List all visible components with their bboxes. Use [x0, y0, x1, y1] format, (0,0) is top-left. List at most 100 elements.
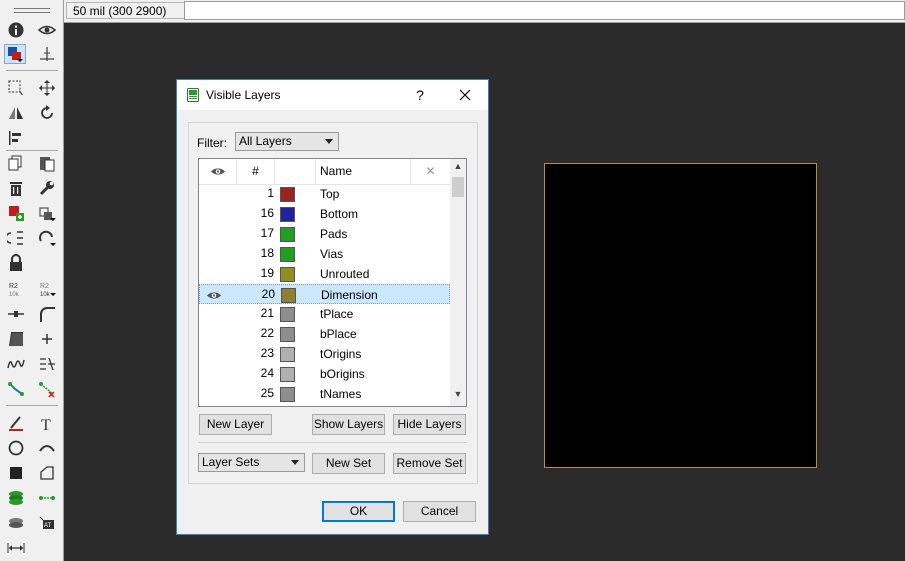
info-icon[interactable]	[5, 20, 27, 40]
layer-color-swatch[interactable]	[280, 347, 295, 362]
layer-color-swatch[interactable]	[280, 327, 295, 342]
layer-row[interactable]: 22 bPlace	[199, 324, 450, 344]
layer-row[interactable]: 17 Pads	[199, 224, 450, 244]
column-delete[interactable]: ✕	[411, 159, 450, 184]
scroll-thumb[interactable]	[452, 177, 464, 197]
scroll-up-icon[interactable]: ▲	[450, 161, 466, 175]
layer-sets-value: Layer Sets	[202, 455, 260, 469]
visibility-toggle[interactable]	[202, 344, 224, 364]
remove-set-button[interactable]: Remove Set	[393, 453, 466, 474]
toolbar-grip[interactable]	[14, 8, 50, 9]
layer-row[interactable]: 19 Unrouted	[199, 264, 450, 284]
mark-icon[interactable]	[36, 44, 58, 64]
name-icon[interactable]: R2 10k	[5, 279, 27, 299]
add-part-icon[interactable]	[5, 203, 27, 223]
visibility-toggle[interactable]	[202, 324, 224, 344]
group-icon[interactable]	[5, 78, 27, 98]
layer-row[interactable]: 20 Dimension	[199, 284, 450, 304]
board-outline[interactable]	[544, 163, 817, 468]
layer-color-swatch[interactable]	[280, 187, 295, 202]
line-icon[interactable]	[5, 413, 27, 433]
layer-row[interactable]: 23 tOrigins	[199, 344, 450, 364]
arc-icon[interactable]	[36, 438, 58, 458]
visibility-toggle[interactable]	[202, 264, 224, 284]
add-icon[interactable]	[36, 329, 58, 349]
filter-select[interactable]: All Layers	[235, 132, 339, 151]
unroute-icon[interactable]	[36, 379, 58, 399]
layer-color-swatch[interactable]	[280, 387, 295, 402]
lock-icon[interactable]	[5, 253, 27, 273]
visibility-toggle[interactable]	[202, 224, 224, 244]
new-layer-button[interactable]: New Layer	[199, 414, 272, 435]
visibility-toggle[interactable]	[202, 244, 224, 264]
split-icon[interactable]	[5, 304, 27, 324]
layer-row[interactable]: 16 Bottom	[199, 204, 450, 224]
visibility-toggle[interactable]	[202, 384, 224, 404]
layer-color-swatch[interactable]	[280, 367, 295, 382]
vertical-scrollbar[interactable]: ▲ ▼	[450, 159, 466, 406]
layer-row[interactable]: 21 tPlace	[199, 304, 450, 324]
replace-icon[interactable]	[36, 203, 58, 223]
align-icon[interactable]	[5, 128, 27, 148]
signal-icon[interactable]	[36, 488, 58, 508]
copy-icon[interactable]	[5, 153, 27, 173]
hide-layers-button[interactable]: Hide Layers	[393, 414, 466, 435]
eye-icon[interactable]	[36, 20, 58, 40]
layer-row[interactable]: 18 Vias	[199, 244, 450, 264]
toolbar-grip[interactable]	[14, 12, 50, 13]
column-color[interactable]	[275, 159, 316, 184]
layer-color-icon[interactable]	[4, 44, 26, 64]
layer-color-swatch[interactable]	[280, 207, 295, 222]
help-button[interactable]: ?	[409, 85, 431, 105]
via-icon[interactable]	[5, 488, 27, 508]
close-button[interactable]	[453, 85, 477, 105]
miter-icon[interactable]	[36, 304, 58, 324]
wrench-icon[interactable]	[36, 178, 58, 198]
paste-icon[interactable]	[36, 153, 58, 173]
column-name[interactable]: Name	[316, 159, 411, 184]
visibility-toggle[interactable]	[202, 184, 224, 204]
visibility-toggle[interactable]	[202, 204, 224, 224]
layer-row[interactable]: 24 bOrigins	[199, 364, 450, 384]
command-input[interactable]	[184, 1, 905, 20]
rect-icon[interactable]	[5, 463, 27, 483]
delete-icon[interactable]	[5, 178, 27, 198]
layer-list[interactable]: # Name ✕ 1 Top 16 Bottom 17 Pads 18 Vias 19 Unrou…	[198, 158, 467, 407]
mirror-icon[interactable]	[5, 103, 27, 123]
dialog-titlebar[interactable]: Visible Layers ?	[177, 80, 488, 110]
text-icon[interactable]: T	[36, 413, 58, 433]
column-visible[interactable]	[199, 159, 237, 184]
layer-sets-select[interactable]: Layer Sets	[198, 453, 305, 472]
new-set-button[interactable]: New Set	[312, 453, 385, 474]
meander-icon[interactable]	[5, 354, 27, 374]
ok-button[interactable]: OK	[322, 501, 395, 522]
visibility-toggle[interactable]	[202, 364, 224, 384]
visibility-toggle[interactable]	[203, 285, 225, 305]
optimize-icon[interactable]	[36, 228, 58, 248]
layer-color-swatch[interactable]	[280, 267, 295, 282]
value-icon[interactable]: R2 10k	[36, 279, 58, 299]
layer-color-swatch[interactable]	[280, 247, 295, 262]
hole-icon[interactable]	[5, 513, 27, 533]
circle-icon[interactable]	[5, 438, 27, 458]
layer-row[interactable]: 25 tNames	[199, 384, 450, 404]
visibility-toggle[interactable]	[202, 304, 224, 324]
show-layers-button[interactable]: Show Layers	[312, 414, 385, 435]
layer-row[interactable]: 1 Top	[199, 184, 450, 204]
layer-color-swatch[interactable]	[280, 307, 295, 322]
layer-color-swatch[interactable]	[280, 227, 295, 242]
dimension-icon[interactable]	[5, 538, 27, 558]
rotate-icon[interactable]	[36, 103, 58, 123]
scroll-down-icon[interactable]: ▼	[450, 389, 466, 403]
attribute-icon[interactable]: AT	[36, 513, 58, 533]
layer-number: 17	[260, 226, 274, 240]
route-icon[interactable]	[5, 379, 27, 399]
cancel-button[interactable]: Cancel	[403, 501, 476, 522]
ripup-icon[interactable]	[36, 354, 58, 374]
swap-icon[interactable]	[5, 228, 27, 248]
bend-icon[interactable]	[5, 329, 27, 349]
column-number[interactable]: #	[237, 159, 275, 184]
polygon-icon[interactable]	[36, 463, 58, 483]
move-icon[interactable]	[36, 78, 58, 98]
layer-color-swatch[interactable]	[281, 288, 296, 303]
